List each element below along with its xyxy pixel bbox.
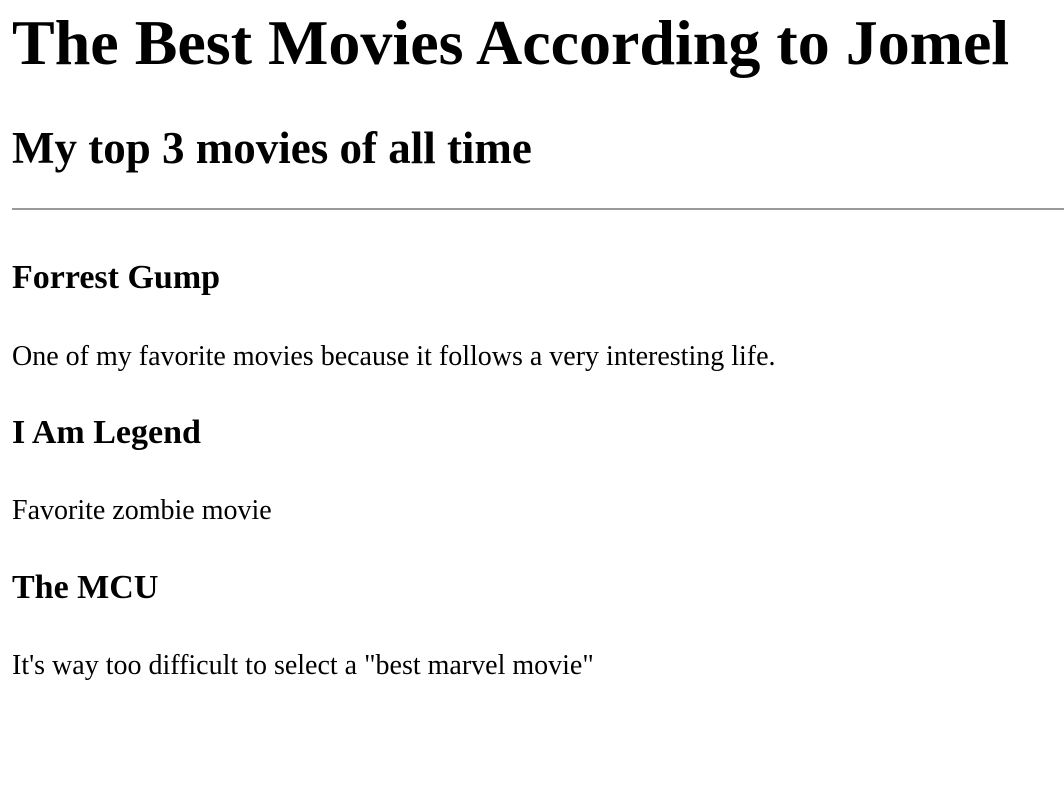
page-container: The Best Movies According to Jomel My to… (0, 0, 1064, 790)
movie-description-forrest-gump: One of my favorite movies because it fol… (12, 341, 776, 372)
section-divider (12, 208, 1064, 210)
movie-title-i-am-legend: I Am Legend (12, 414, 201, 451)
movie-title-forrest-gump: Forrest Gump (12, 259, 221, 296)
movie-description-i-am-legend: Favorite zombie movie (12, 495, 272, 526)
movie-description-the-mcu: It's way too difficult to select a "best… (12, 650, 594, 681)
movie-title-the-mcu: The MCU (12, 569, 159, 606)
page-subtitle: My top 3 movies of all time (12, 123, 532, 173)
page-title: The Best Movies According to Jomel (12, 7, 1010, 78)
